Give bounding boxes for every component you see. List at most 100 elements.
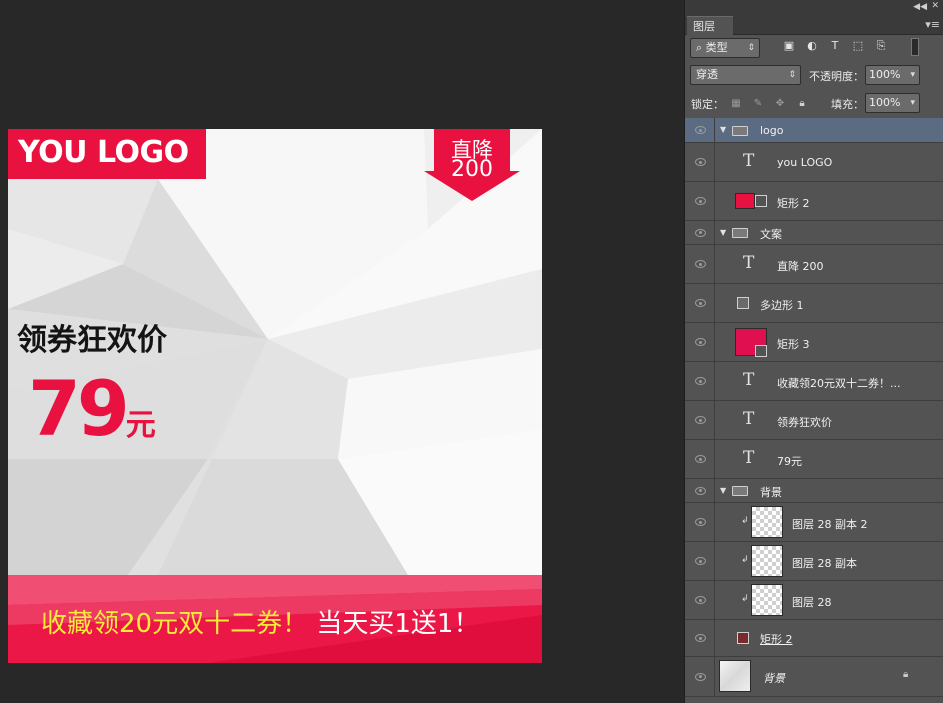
- lock-label: 锁定：: [691, 98, 724, 111]
- visibility-eye-icon[interactable]: [685, 221, 715, 244]
- panel-titlebar: ◀◀ ✕: [685, 0, 943, 16]
- collapse-icon[interactable]: ◀◀: [913, 2, 927, 12]
- panel-tabbar: 图层 ▾≡: [685, 16, 943, 35]
- fill-input[interactable]: 100% ▾: [865, 93, 920, 113]
- layer-text-bottom-banner[interactable]: T 收藏领20元双十二券！...: [685, 362, 943, 401]
- layer-text-price[interactable]: T 79元: [685, 440, 943, 479]
- visibility-eye-icon[interactable]: [685, 118, 715, 142]
- layer-name: 多边形 1: [760, 299, 804, 312]
- layer-pixel-28-copy2[interactable]: ↲ 图层 28 副本 2: [685, 503, 943, 542]
- layer-background[interactable]: 背景 🔒︎: [685, 657, 943, 697]
- layer-name: 背景: [763, 672, 785, 685]
- visibility-eye-icon[interactable]: [685, 245, 715, 283]
- layer-name: 图层 28 副本 2: [792, 518, 868, 531]
- expand-triangle-icon[interactable]: ▼: [720, 486, 726, 495]
- layer-name: you LOGO: [777, 156, 833, 169]
- visibility-eye-icon[interactable]: [685, 503, 715, 541]
- layer-shape-rect2-base[interactable]: 矩形 2: [685, 620, 943, 657]
- panel-menu-icon[interactable]: ▾≡: [925, 18, 940, 31]
- visibility-eye-icon[interactable]: [685, 479, 715, 502]
- visibility-eye-icon[interactable]: [685, 323, 715, 361]
- filter-toggle-switch[interactable]: [911, 38, 919, 56]
- shape-filter-icon[interactable]: ⬚: [851, 39, 865, 53]
- visibility-eye-icon[interactable]: [685, 542, 715, 580]
- lock-pixels-icon[interactable]: ✎: [751, 97, 765, 111]
- layer-name: 直降 200: [777, 260, 824, 273]
- pixel-filter-icon[interactable]: ▣: [782, 39, 796, 53]
- layer-name: 收藏领20元双十二券！...: [777, 377, 901, 390]
- lock-all-icon[interactable]: 🔒︎: [795, 97, 809, 111]
- bottom-text-white: 当天买1送1！: [316, 609, 480, 639]
- document-canvas[interactable]: YOU LOGO 直降 200 领券狂欢价 79元 收藏领20元双十二券！ 当天…: [8, 129, 542, 663]
- layer-shape-polygon1[interactable]: 多边形 1: [685, 284, 943, 323]
- layer-name: 矩形 3: [777, 338, 810, 351]
- visibility-eye-icon[interactable]: [685, 620, 715, 656]
- layer-group-background[interactable]: ▼ 背景: [685, 479, 943, 503]
- fill-value: 100%: [869, 96, 901, 109]
- bottom-text-yellow: 收藏领20元双十二券！: [41, 609, 309, 639]
- search-icon: ⌕: [696, 41, 703, 54]
- layer-thumbnail: [719, 660, 751, 692]
- layer-group-copy[interactable]: ▼ 文案: [685, 221, 943, 245]
- layer-text-price-drop[interactable]: T 直降 200: [685, 245, 943, 284]
- visibility-eye-icon[interactable]: [685, 182, 715, 220]
- clipping-arrow-icon: ↲: [741, 594, 749, 604]
- layer-pixel-28-copy[interactable]: ↲ 图层 28 副本: [685, 542, 943, 581]
- filter-kind-label: 类型: [705, 41, 728, 54]
- logo-text: YOU LOGO: [18, 135, 189, 170]
- layer-name: 矩形 2: [777, 197, 810, 210]
- clipping-arrow-icon: ↲: [741, 555, 749, 565]
- layer-group-logo[interactable]: ▼ logo: [685, 118, 943, 143]
- blend-mode-value: 穿透: [696, 68, 718, 81]
- canvas-area[interactable]: YOU LOGO 直降 200 领券狂欢价 79元 收藏领20元双十二券！ 当天…: [0, 0, 684, 703]
- visibility-eye-icon[interactable]: [685, 581, 715, 619]
- layer-thumbnail: [751, 506, 783, 538]
- adjustment-filter-icon[interactable]: ◐: [805, 39, 819, 53]
- layer-text-you-logo[interactable]: T you LOGO: [685, 143, 943, 182]
- visibility-eye-icon[interactable]: [685, 284, 715, 322]
- layers-list: ▼ logo T you LOGO 矩形 2 ▼ 文案 T 直降 200 多边形…: [685, 118, 943, 703]
- visibility-eye-icon[interactable]: [685, 143, 715, 181]
- layer-shape-rect3[interactable]: 矩形 3: [685, 323, 943, 362]
- bottom-text: 收藏领20元双十二券！ 当天买1送1！: [41, 603, 479, 640]
- opacity-value: 100%: [869, 68, 901, 81]
- lock-transparent-icon[interactable]: ▦: [729, 97, 743, 111]
- filter-kind-select[interactable]: ⌕ 类型 ⇕: [690, 38, 760, 58]
- chevron-down-icon: ▾: [910, 70, 915, 80]
- chevron-down-icon: ▾: [910, 98, 915, 108]
- layer-thumbnail: [735, 193, 755, 209]
- text-layer-icon: T: [743, 253, 755, 273]
- chevron-updown-icon: ⇕: [788, 70, 796, 80]
- folder-icon: [732, 126, 748, 136]
- tab-layers[interactable]: 图层: [687, 16, 733, 35]
- folder-icon: [732, 228, 748, 238]
- layer-name: 图层 28: [792, 596, 832, 609]
- vector-mask-icon: [755, 195, 767, 207]
- opacity-input[interactable]: 100% ▾: [865, 65, 920, 85]
- expand-triangle-icon[interactable]: ▼: [720, 228, 726, 237]
- price-number: 79: [28, 364, 130, 453]
- visibility-eye-icon[interactable]: [685, 657, 715, 696]
- shape-layer-icon: [737, 297, 749, 309]
- lock-icon: 🔒︎: [903, 669, 909, 680]
- close-icon[interactable]: ✕: [931, 1, 939, 11]
- layer-shape-rect2[interactable]: 矩形 2: [685, 182, 943, 221]
- visibility-eye-icon[interactable]: [685, 440, 715, 478]
- layer-name: logo: [760, 124, 784, 137]
- text-layer-icon: T: [743, 409, 755, 429]
- expand-triangle-icon[interactable]: ▼: [720, 125, 726, 134]
- chevron-updown-icon: ⇕: [747, 43, 755, 53]
- layer-pixel-28[interactable]: ↲ 图层 28: [685, 581, 943, 620]
- visibility-eye-icon[interactable]: [685, 401, 715, 439]
- folder-icon: [732, 486, 748, 496]
- layer-text-headline[interactable]: T 领券狂欢价: [685, 401, 943, 440]
- blend-mode-select[interactable]: 穿透 ⇕: [690, 65, 801, 85]
- lock-position-icon[interactable]: ✥: [773, 97, 787, 111]
- type-filter-icon[interactable]: T: [828, 39, 842, 53]
- headline: 领券狂欢价: [17, 323, 167, 358]
- shape-layer-icon: [737, 632, 749, 644]
- tag-line2: 200: [451, 157, 493, 182]
- layer-name: 79元: [777, 455, 802, 468]
- smart-object-filter-icon[interactable]: ⎘: [874, 39, 888, 53]
- visibility-eye-icon[interactable]: [685, 362, 715, 400]
